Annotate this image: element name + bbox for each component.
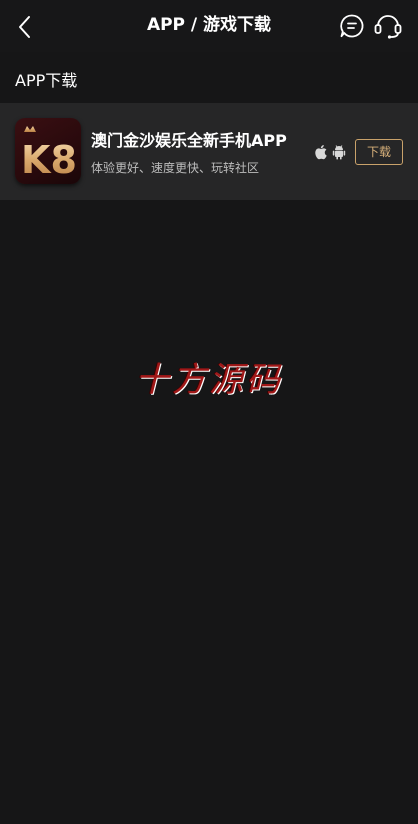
chat-bubble-icon[interactable]	[339, 13, 365, 39]
section-title: APP下载	[15, 71, 78, 90]
k8-logo-icon: K8	[21, 126, 77, 182]
headset-icon[interactable]	[373, 12, 403, 40]
apple-icon	[315, 145, 327, 160]
download-button[interactable]: 下载	[355, 139, 403, 165]
app-logo: K8	[15, 118, 81, 184]
svg-text:K8: K8	[21, 138, 77, 182]
android-icon	[332, 145, 346, 160]
app-name: 澳门金沙娱乐全新手机APP	[91, 131, 287, 150]
top-nav-bar: APP / 游戏下载	[0, 0, 418, 52]
watermark-text: 十方源码	[135, 360, 283, 400]
app-description: 体验更好、速度更快、玩转社区	[91, 161, 260, 175]
